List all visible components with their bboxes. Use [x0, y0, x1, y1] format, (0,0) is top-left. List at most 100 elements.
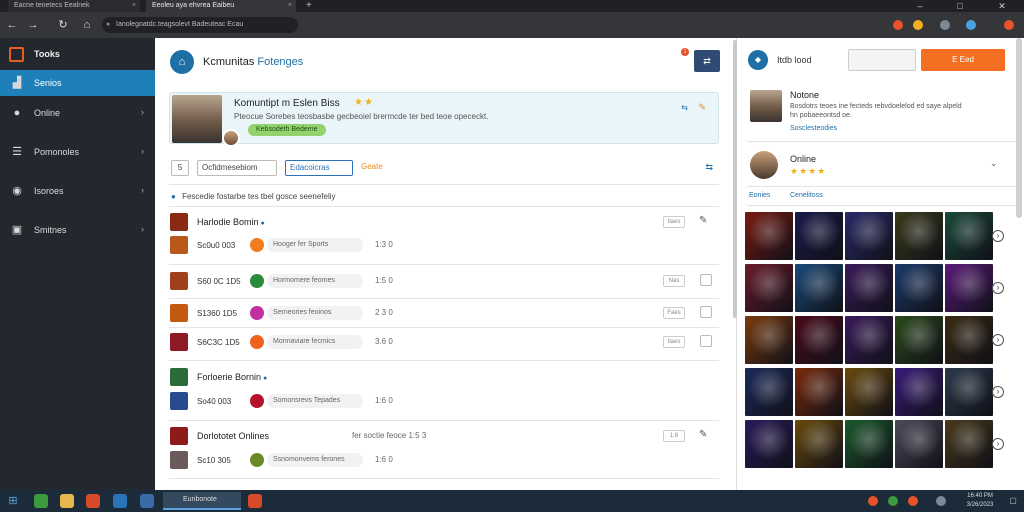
- game-tile[interactable]: [895, 212, 943, 260]
- app-icon[interactable]: [86, 494, 100, 508]
- group-badge[interactable]: 1:8: [663, 430, 685, 442]
- game-tile[interactable]: [845, 368, 893, 416]
- notification-badge[interactable]: 1: [681, 48, 689, 56]
- reload-icon[interactable]: ↻: [56, 18, 70, 32]
- row-checkbox[interactable]: [700, 335, 712, 347]
- table-row[interactable]: S60 0C 1D5 Hormomere feomes 1:5 0 Nas: [170, 269, 720, 293]
- match-chip[interactable]: Monnaviare fecmics: [267, 335, 363, 349]
- avatar[interactable]: [750, 90, 782, 122]
- profile-tag[interactable]: Kebsodeth Bedeme: [248, 124, 326, 136]
- pencil-icon[interactable]: ✎: [698, 102, 706, 113]
- group-badge[interactable]: Ilaes: [663, 216, 685, 228]
- close-icon[interactable]: ×: [132, 0, 136, 12]
- group-header[interactable]: Dorlototet Onlines fer soctie feoce 1:5 …: [170, 426, 720, 446]
- extension-icon[interactable]: [966, 20, 976, 30]
- sidebar-brand[interactable]: Tooks: [0, 38, 155, 70]
- game-tile[interactable]: [945, 264, 993, 312]
- browser-tab-1[interactable]: Eacne tenetecs Eealnek ×: [8, 0, 140, 12]
- filter-button[interactable]: Edacoicras: [285, 160, 353, 176]
- game-tile[interactable]: [895, 368, 943, 416]
- maximize-icon[interactable]: □: [948, 0, 972, 12]
- url-field[interactable]: ● Ianolegoatdc.teagsolevt Badeuteac Ecau: [102, 17, 298, 33]
- close-icon[interactable]: ×: [288, 0, 292, 12]
- sidebar-item-online[interactable]: ● Online ›: [0, 100, 155, 126]
- chevron-down-icon[interactable]: ⌄: [990, 158, 998, 169]
- match-chip[interactable]: Serneories feoinos: [267, 306, 363, 320]
- secondary-button[interactable]: [848, 49, 916, 71]
- row-badge[interactable]: Faes: [663, 307, 685, 319]
- game-tile[interactable]: [845, 316, 893, 364]
- row-badge[interactable]: Nas: [663, 275, 685, 287]
- add-circle-icon[interactable]: ›: [992, 282, 1004, 294]
- game-tile[interactable]: [945, 316, 993, 364]
- match-chip[interactable]: Ssnomonvems ferones: [267, 453, 363, 467]
- game-tile[interactable]: [845, 420, 893, 468]
- extension-icon[interactable]: [913, 20, 923, 30]
- sidebar-item-senios[interactable]: ▟ Senios: [0, 70, 155, 96]
- avatar[interactable]: [750, 151, 778, 179]
- game-tile[interactable]: [945, 212, 993, 260]
- pencil-icon[interactable]: ✎: [699, 215, 707, 226]
- game-tile[interactable]: [795, 264, 843, 312]
- match-chip[interactable]: Hormomere feomes: [267, 274, 363, 288]
- tray-icon[interactable]: [868, 496, 878, 506]
- game-tile[interactable]: [845, 264, 893, 312]
- home-icon[interactable]: ⌂: [80, 18, 94, 32]
- forward-icon[interactable]: →: [26, 18, 40, 32]
- swap-button[interactable]: ⇄: [694, 50, 720, 72]
- game-tile[interactable]: [745, 212, 793, 260]
- chrome-icon[interactable]: [34, 494, 48, 508]
- table-row[interactable]: S6C3C 1D5 Monnaviare fecmics 3.6 0 Ilaes: [170, 330, 720, 354]
- tab-eonies[interactable]: Eonies: [749, 192, 770, 199]
- share-icon[interactable]: ⇆: [681, 103, 688, 112]
- clock[interactable]: 16:40 PM 3/26/2023: [960, 492, 1000, 510]
- game-tile[interactable]: [745, 316, 793, 364]
- add-circle-icon[interactable]: ›: [992, 334, 1004, 346]
- game-tile[interactable]: [795, 420, 843, 468]
- pencil-icon[interactable]: ✎: [699, 429, 707, 440]
- sidebar-item-pomonoles[interactable]: ☰ Pomonoles ›: [0, 139, 155, 165]
- sidebar-item-smitnes[interactable]: ▣ Smitnes ›: [0, 217, 155, 243]
- file-icon[interactable]: [113, 494, 127, 508]
- windows-start-icon[interactable]: ⊞: [6, 494, 20, 508]
- table-row[interactable]: Sc0u0 003 Hooger fer Sports 1:3 0: [170, 233, 720, 257]
- primary-button[interactable]: E Eed: [921, 49, 1005, 71]
- row-checkbox[interactable]: [700, 306, 712, 318]
- group-header[interactable]: Harlodie Bomin ● Ilaes ✎: [170, 212, 720, 232]
- game-tile[interactable]: [795, 212, 843, 260]
- game-tile[interactable]: [845, 212, 893, 260]
- back-icon[interactable]: ←: [5, 18, 19, 32]
- game-tile[interactable]: [745, 420, 793, 468]
- folder-icon[interactable]: [60, 494, 74, 508]
- plus-icon[interactable]: +: [306, 0, 312, 12]
- taskbar-app[interactable]: Eunbonote: [163, 492, 241, 510]
- game-tile[interactable]: [795, 368, 843, 416]
- table-row[interactable]: S1360 1D5 Serneories feoinos 2 3 0 Faes: [170, 301, 720, 325]
- tray-icon[interactable]: [936, 496, 946, 506]
- group-header[interactable]: Forloerie Bornin ●: [170, 367, 720, 387]
- user-link[interactable]: Sosclesteodies: [790, 125, 837, 132]
- close-icon[interactable]: ✕: [990, 0, 1014, 12]
- match-chip[interactable]: Hooger fer Sports: [267, 238, 363, 252]
- tray-icon[interactable]: [908, 496, 918, 506]
- table-row[interactable]: So40 003 Somonsrevs Tepades 1:6 0: [170, 389, 720, 413]
- row-badge[interactable]: Ilaes: [663, 336, 685, 348]
- app-icon[interactable]: [248, 494, 262, 508]
- add-circle-icon[interactable]: ›: [992, 386, 1004, 398]
- game-tile[interactable]: [945, 420, 993, 468]
- extension-icon[interactable]: [940, 20, 950, 30]
- tray-icon[interactable]: [888, 496, 898, 506]
- game-tile[interactable]: [745, 264, 793, 312]
- game-tile[interactable]: [795, 316, 843, 364]
- add-circle-icon[interactable]: ›: [992, 438, 1004, 450]
- avatar[interactable]: [222, 129, 240, 147]
- table-row[interactable]: Sc10 305 Ssnomonvems ferones 1:6 0: [170, 448, 720, 472]
- browser-tab-2[interactable]: Eeoleu aya ehvrea Eaibeu ×: [146, 0, 296, 12]
- sidebar-item-isoroes[interactable]: ◉ Isoroes ›: [0, 178, 155, 204]
- game-tile[interactable]: [895, 264, 943, 312]
- minimize-icon[interactable]: –: [908, 0, 932, 12]
- notification-icon[interactable]: ▢: [1006, 494, 1020, 508]
- count-box[interactable]: 5: [171, 160, 189, 176]
- row-checkbox[interactable]: [700, 274, 712, 286]
- filter-link[interactable]: Geate: [361, 162, 383, 171]
